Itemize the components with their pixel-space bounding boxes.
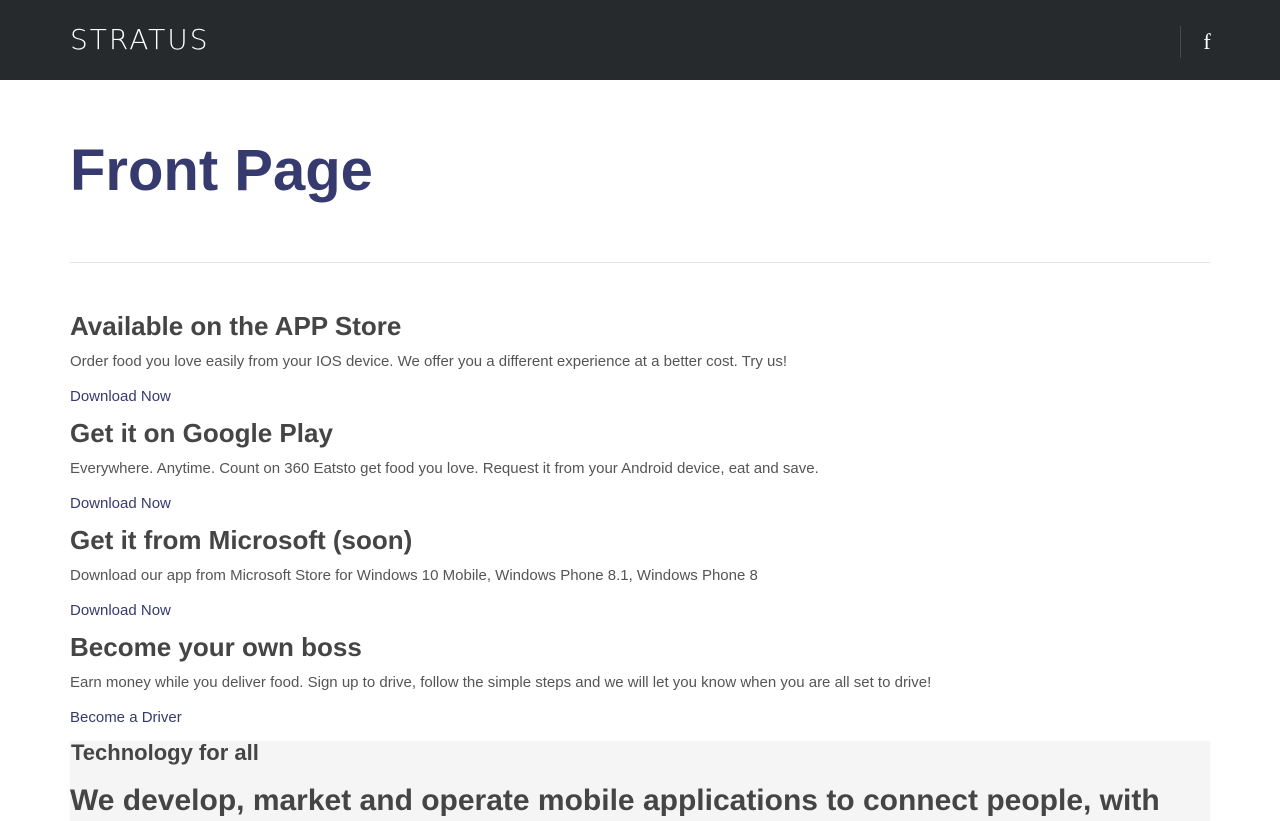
section-text: Earn money while you deliver food. Sign … <box>70 674 932 691</box>
google-play-download-link[interactable]: Download Now <box>70 494 171 514</box>
section-heading: Get it from Microsoft (soon) <box>70 525 413 555</box>
title-divider <box>70 262 1210 263</box>
header-divider <box>1180 26 1181 58</box>
section-heading: Available on the APP Store <box>70 311 402 341</box>
technology-subtitle: We develop, market and operate mobile ap… <box>70 784 1160 817</box>
section-google-play: Get it on Google Play Everywhere. Anytim… <box>70 417 1210 512</box>
section-text: Everywhere. Anytime. Count on 360 Eatsto… <box>70 460 819 477</box>
section-heading: Get it on Google Play <box>70 418 333 448</box>
facebook-icon[interactable]: f <box>1196 26 1218 58</box>
technology-band: Technology for all We develop, market an… <box>70 741 1210 821</box>
section-microsoft: Get it from Microsoft (soon) Download ou… <box>70 524 1210 619</box>
section-text: Order food you love easily from your IOS… <box>70 353 788 370</box>
page-title: Front Page <box>70 138 373 203</box>
become-driver-link[interactable]: Become a Driver <box>70 708 182 728</box>
technology-title: Technology for all <box>71 741 259 765</box>
section-driver: Become your own boss Earn money while yo… <box>70 631 1210 726</box>
app-store-download-link[interactable]: Download Now <box>70 387 171 407</box>
microsoft-download-link[interactable]: Download Now <box>70 601 171 621</box>
section-text: Download our app from Microsoft Store fo… <box>70 567 758 584</box>
section-app-store: Available on the APP Store Order food yo… <box>70 310 1210 405</box>
section-heading: Become your own boss <box>70 632 362 662</box>
site-header: STRATUS f <box>0 0 1280 80</box>
site-logo[interactable]: STRATUS <box>70 23 210 57</box>
